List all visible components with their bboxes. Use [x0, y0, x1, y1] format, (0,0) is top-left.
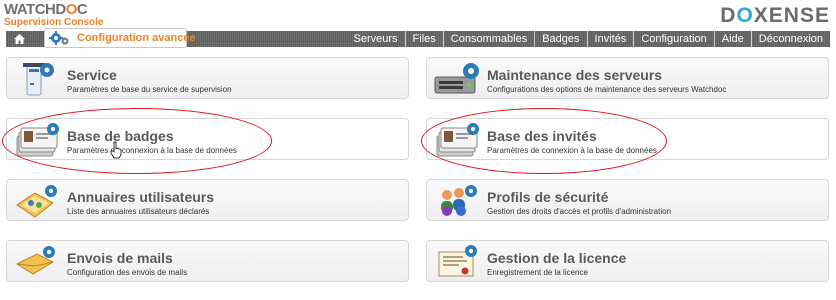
menu-badges[interactable]: Badges — [534, 31, 586, 47]
card-title: Base des invités — [487, 128, 597, 144]
main-navbar: Configuration avancée Serveurs Files Con… — [6, 28, 830, 48]
logo-subtitle: Supervision Console — [4, 17, 104, 28]
card-title: Gestion de la licence — [487, 250, 627, 266]
card-description: Gestion des droits d'accès et profils d'… — [487, 207, 672, 216]
doxense-logo: DOXENSE — [720, 4, 830, 27]
security-profiles-icon — [433, 183, 483, 219]
menu-configuration[interactable]: Configuration — [633, 31, 713, 47]
mail-icon — [13, 244, 63, 280]
menu-invites[interactable]: Invités — [586, 31, 634, 47]
card-title: Annuaires utilisateurs — [67, 189, 215, 205]
card-title: Envois de mails — [67, 250, 173, 266]
home-icon — [13, 34, 25, 44]
card-profils-securite[interactable]: Profils de sécurité Gestion des droits d… — [426, 179, 829, 221]
card-description: Enregistrement de la licence — [487, 268, 588, 277]
watchdoc-logo[interactable]: WATCHDOC Supervision Console — [4, 2, 103, 28]
server-maintenance-icon — [433, 61, 483, 97]
menu-aide[interactable]: Aide — [713, 31, 751, 47]
card-title: Service — [67, 67, 117, 83]
tab-configuration-avancee[interactable]: Configuration avancée — [44, 28, 196, 48]
card-description: Liste des annuaires utilisateurs déclaré… — [67, 207, 210, 216]
license-icon — [433, 244, 483, 280]
guest-cards-icon — [433, 122, 483, 158]
service-icon — [13, 61, 63, 97]
hand-cursor-icon — [110, 141, 122, 159]
card-description: Configurations des options de maintenanc… — [487, 85, 727, 94]
menu-serveurs[interactable]: Serveurs — [347, 31, 405, 47]
card-base-badges[interactable]: Base de badges Paramètres de connexion à… — [6, 118, 409, 160]
card-description: Paramètres de base du service de supervi… — [67, 85, 232, 94]
menu-deconnexion[interactable]: Déconnexion — [750, 31, 830, 47]
card-title: Profils de sécurité — [487, 189, 609, 205]
card-base-invites[interactable]: Base des invités Paramètres de connexion… — [426, 118, 829, 160]
card-title: Maintenance des serveurs — [487, 67, 663, 83]
card-description: Paramètres de connexion à la base de don… — [67, 146, 237, 155]
gears-icon — [49, 30, 71, 46]
top-menu: Serveurs Files Consommables Badges Invit… — [347, 31, 830, 47]
card-description: Paramètres de connexion à la base de don… — [487, 146, 657, 155]
card-description: Configuration des envois de mails — [67, 268, 188, 277]
badge-cards-icon — [13, 122, 63, 158]
active-tab-label: Configuration avancée — [77, 32, 196, 44]
card-service[interactable]: Service Paramètres de base du service de… — [6, 57, 409, 99]
menu-consommables[interactable]: Consommables — [442, 31, 534, 47]
directory-icon — [13, 183, 63, 219]
logo-text: WATCHDOC — [4, 1, 88, 18]
card-maintenance-serveurs[interactable]: Maintenance des serveurs Configurations … — [426, 57, 829, 99]
card-annuaires-utilisateurs[interactable]: Annuaires utilisateurs Liste des annuair… — [6, 179, 409, 221]
card-gestion-licence[interactable]: Gestion de la licence Enregistrement de … — [426, 240, 829, 282]
header: WATCHDOC Supervision Console DOXENSE — [0, 0, 836, 30]
card-envois-mails[interactable]: Envois de mails Configuration des envois… — [6, 240, 409, 282]
menu-files[interactable]: Files — [404, 31, 443, 47]
home-button[interactable] — [6, 31, 32, 47]
